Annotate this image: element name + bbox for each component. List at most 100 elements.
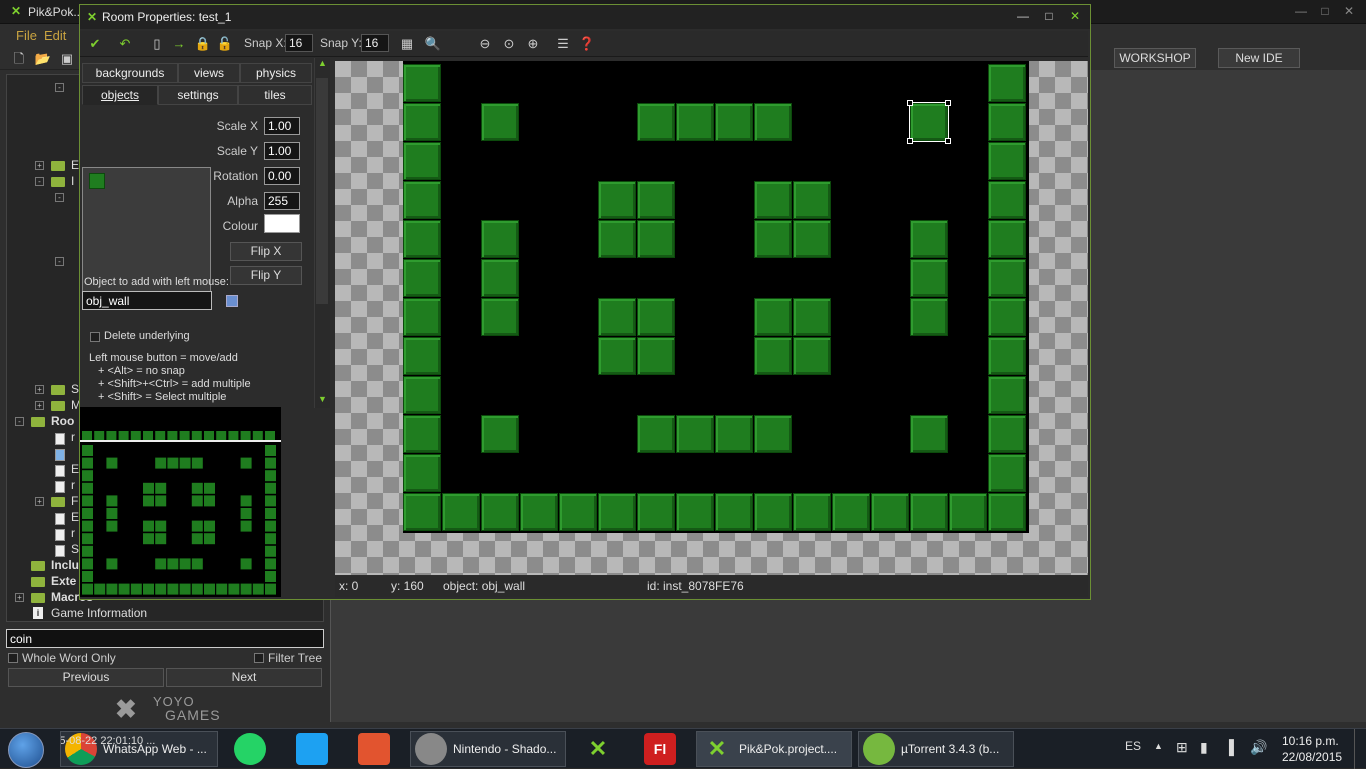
volume-icon[interactable]: 🔊 <box>1250 739 1267 756</box>
wall-instance[interactable] <box>988 64 1026 102</box>
wall-instance[interactable] <box>754 181 792 219</box>
wall-instance[interactable] <box>481 493 519 531</box>
wall-instance[interactable] <box>403 64 441 102</box>
expand-icon[interactable]: + <box>35 401 44 410</box>
wall-instance[interactable] <box>910 259 948 297</box>
previous-button[interactable]: Previous <box>8 668 164 687</box>
taskbar-utorrent[interactable]: µTorrent 3.4.3 (b... <box>858 731 1014 767</box>
expand-icon[interactable]: + <box>35 385 44 394</box>
tree-item-partial[interactable]: E <box>71 461 79 477</box>
tree-item-partial[interactable]: S <box>71 541 79 557</box>
menu-edit[interactable]: Edit <box>44 28 66 43</box>
scroll-thumb[interactable] <box>316 78 328 304</box>
wall-instance[interactable] <box>637 103 675 141</box>
wall-instance[interactable] <box>403 493 441 531</box>
clock-date[interactable]: 22/08/2015 <box>1282 750 1342 764</box>
tree-item-partial[interactable]: I <box>71 173 74 189</box>
tab-settings[interactable]: settings <box>158 85 238 105</box>
search-input[interactable] <box>6 629 324 648</box>
snap-x-input[interactable]: 16 <box>285 34 313 52</box>
room-area[interactable] <box>403 61 1029 533</box>
wall-instance[interactable] <box>637 298 675 336</box>
zoom-in-icon[interactable]: ⊕ <box>524 35 542 53</box>
zoom-out-icon[interactable]: ⊖ <box>476 35 494 53</box>
taskbar-chrome-whatsapp[interactable]: 2015-08-22 22:01:10 ... WhatsApp Web - .… <box>60 731 218 767</box>
wall-instance[interactable] <box>403 259 441 297</box>
tree-item-partial[interactable]: r <box>71 525 75 541</box>
wall-instance[interactable] <box>598 220 636 258</box>
wall-instance[interactable] <box>442 493 480 531</box>
wall-instance[interactable] <box>598 298 636 336</box>
wall-instance[interactable] <box>988 142 1026 180</box>
wall-instance[interactable] <box>754 493 792 531</box>
wall-instance[interactable] <box>637 181 675 219</box>
whole-word-checkbox[interactable] <box>8 653 18 663</box>
wall-instance[interactable] <box>481 298 519 336</box>
wall-instance[interactable] <box>715 415 753 453</box>
delete-underlying-checkbox[interactable] <box>90 332 100 342</box>
wall-instance[interactable] <box>754 220 792 258</box>
wall-instance[interactable] <box>481 259 519 297</box>
wall-instance[interactable] <box>832 493 870 531</box>
collapse-icon[interactable]: - <box>55 257 64 266</box>
wall-instance[interactable] <box>988 298 1026 336</box>
wall-instance[interactable] <box>910 415 948 453</box>
collapse-icon[interactable]: - <box>35 177 44 186</box>
tab-views[interactable]: views <box>178 63 240 83</box>
room-canvas[interactable] <box>335 61 1088 575</box>
wall-instance[interactable] <box>988 376 1026 414</box>
selection-handle[interactable] <box>945 138 951 144</box>
object-menu-icon[interactable] <box>226 295 238 307</box>
grid-icon[interactable]: ▦ <box>398 35 416 53</box>
expand-icon[interactable]: + <box>15 593 24 602</box>
new-file-icon[interactable]: 🗋 <box>10 50 28 68</box>
snap-y-input[interactable]: 16 <box>361 34 389 52</box>
tab-tiles[interactable]: tiles <box>238 85 312 105</box>
tree-item-game-information[interactable]: Game Information <box>51 605 147 621</box>
selection-handle[interactable] <box>907 138 913 144</box>
new-ide-button[interactable]: New IDE <box>1218 48 1300 68</box>
start-button-icon[interactable] <box>8 732 44 768</box>
tab-backgrounds[interactable]: backgrounds <box>82 63 178 83</box>
left-panel-scrollbar[interactable]: ▲ ▼ <box>314 58 330 408</box>
twitter-icon[interactable] <box>296 733 328 765</box>
tree-item-partial[interactable]: S <box>71 381 79 397</box>
confirm-check-icon[interactable]: ✔ <box>86 35 104 53</box>
wall-instance[interactable] <box>988 181 1026 219</box>
tree-item-partial[interactable]: r <box>71 477 75 493</box>
tray-device-icon[interactable]: ▮ <box>1200 739 1208 756</box>
tree-item-included-files[interactable]: Inclu <box>51 557 79 573</box>
wall-instance[interactable] <box>403 142 441 180</box>
room-minimap[interactable] <box>80 407 281 597</box>
tab-objects[interactable]: objects <box>82 85 158 105</box>
wall-instance[interactable] <box>403 298 441 336</box>
scroll-down-icon[interactable]: ▼ <box>318 394 327 404</box>
wall-instance[interactable] <box>793 298 831 336</box>
wall-instance[interactable] <box>403 337 441 375</box>
scale-x-input[interactable]: 1.00 <box>264 117 300 135</box>
colour-swatch[interactable] <box>264 214 300 233</box>
wall-instance[interactable] <box>871 493 909 531</box>
minimize-icon[interactable]: — <box>1014 9 1032 23</box>
wall-instance[interactable] <box>598 493 636 531</box>
show-desktop-button[interactable] <box>1354 729 1366 769</box>
whatsapp-icon[interactable] <box>234 733 266 765</box>
windows-flag-icon[interactable]: ⊞ <box>1176 739 1188 756</box>
wall-instance[interactable] <box>403 454 441 492</box>
wall-instance[interactable] <box>481 220 519 258</box>
wall-instance[interactable] <box>949 493 987 531</box>
flip-y-button[interactable]: Flip Y <box>230 266 302 285</box>
wall-instance[interactable] <box>637 493 675 531</box>
tree-item-partial[interactable]: E <box>71 157 79 173</box>
new-icon[interactable]: ▯ <box>148 35 166 53</box>
flip-x-button[interactable]: Flip X <box>230 242 302 261</box>
wall-instance[interactable] <box>598 337 636 375</box>
wall-instance[interactable] <box>676 415 714 453</box>
undo-icon[interactable]: ↶ <box>116 35 134 53</box>
shift-arrow-icon[interactable]: → <box>170 35 188 53</box>
flash-icon[interactable]: Fl <box>644 733 676 765</box>
tree-item-partial[interactable]: r <box>71 429 75 445</box>
wall-instance[interactable] <box>988 103 1026 141</box>
wall-instance[interactable] <box>481 415 519 453</box>
wall-instance[interactable] <box>676 493 714 531</box>
